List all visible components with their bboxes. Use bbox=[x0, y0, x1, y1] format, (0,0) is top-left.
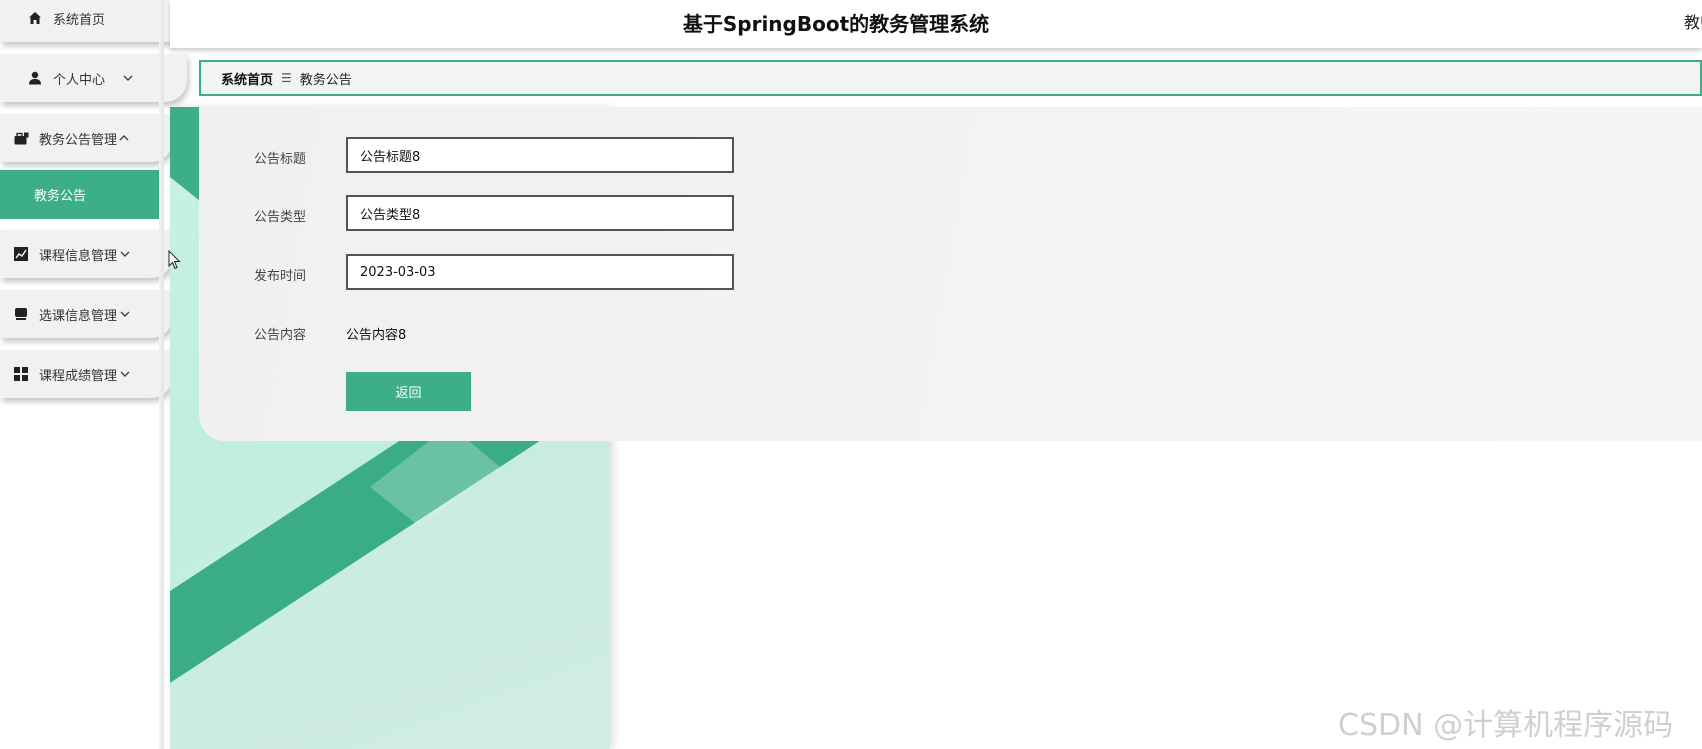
sidebar-item-label: 课程成绩管理 bbox=[39, 368, 118, 384]
chart-icon bbox=[13, 246, 29, 262]
breadcrumb-home[interactable]: 系统首页 bbox=[221, 69, 273, 88]
notice-detail-form: 公告标题 公告标题8 公告类型 公告类型8 发布时间 2023-03-03 公告… bbox=[199, 107, 1702, 441]
sidebar-item-label: 选课信息管理 bbox=[39, 308, 118, 324]
sidebar-item-course-info[interactable]: 课程信息管理 bbox=[0, 230, 173, 278]
publish-time-input[interactable]: 2023-03-03 bbox=[346, 254, 734, 290]
breadcrumb-separator-icon: ☰ bbox=[281, 71, 292, 85]
chevron-down-icon bbox=[120, 369, 130, 379]
back-button[interactable]: 返回 bbox=[346, 372, 471, 411]
breadcrumb-current: 教务公告 bbox=[299, 72, 352, 88]
sidebar-item-label: 教务公告管理 bbox=[39, 132, 118, 148]
chevron-down-icon bbox=[123, 73, 133, 83]
sidebar-item-label: 课程信息管理 bbox=[39, 248, 118, 264]
breadcrumb: 系统首页 ☰ 教务公告 bbox=[199, 60, 1702, 96]
app-title: 基于SpringBoot的教务管理系统 bbox=[682, 12, 990, 36]
sidebar-divider bbox=[159, 0, 164, 749]
chevron-down-icon bbox=[120, 249, 130, 259]
inbox-icon bbox=[13, 306, 29, 322]
sidebar-subitem-label: 教务公告 bbox=[34, 189, 87, 204]
header-user-role[interactable]: 教师 bbox=[1684, 9, 1702, 33]
sidebar-item-notice-management[interactable]: 教务公告管理 bbox=[0, 114, 173, 162]
sidebar-subitem-notice[interactable]: 教务公告 bbox=[0, 170, 160, 219]
watermark: CSDN @计算机程序源码 bbox=[1338, 708, 1674, 743]
chevron-up-icon bbox=[119, 133, 129, 143]
sidebar-item-grades[interactable]: 课程成绩管理 bbox=[0, 350, 173, 398]
title-input[interactable]: 公告标题8 bbox=[346, 137, 734, 173]
briefcase-icon bbox=[13, 130, 29, 146]
content-value: 公告内容8 bbox=[346, 328, 407, 343]
sidebar-item-selection-info[interactable]: 选课信息管理 bbox=[0, 290, 173, 338]
user-icon bbox=[27, 70, 43, 86]
type-input[interactable]: 公告类型8 bbox=[346, 195, 734, 231]
grid-icon bbox=[13, 366, 29, 382]
chevron-down-icon bbox=[120, 309, 130, 319]
mouse-cursor-icon bbox=[168, 249, 181, 274]
sidebar-item-label: 个人中心 bbox=[53, 72, 106, 88]
sidebar: 系统首页 个人中心 教务公告管理 教务公告 课程信息管理 选课信息管理 课程成绩… bbox=[0, 0, 187, 749]
